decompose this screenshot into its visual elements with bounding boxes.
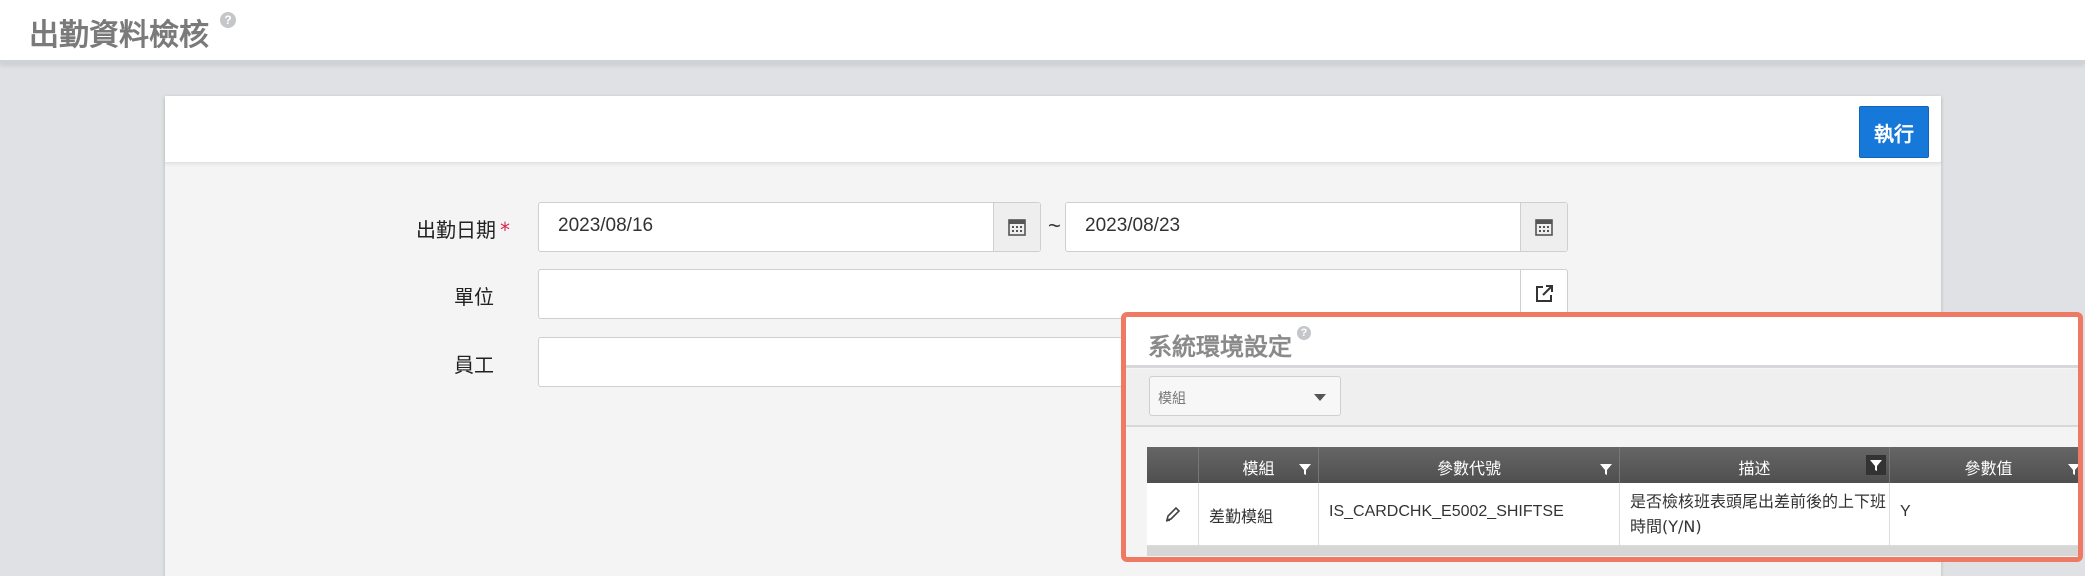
column-header-param-code[interactable]: 參數代號 <box>1319 447 1620 483</box>
settings-grid: 模組 參數代號 描述 參數值 差勤模組 IS_CARDCHK_E5002_SHI… <box>1147 447 2081 557</box>
column-header-module[interactable]: 模組 <box>1199 447 1319 483</box>
page-header: 出勤資料檢核 ? <box>0 0 2085 63</box>
filter-icon[interactable] <box>2067 462 2081 476</box>
chevron-down-icon <box>1314 394 1326 401</box>
column-header-label: 參數代號 <box>1436 459 1501 478</box>
cell-param-code: IS_CARDCHK_E5002_SHIFTSE <box>1319 483 1620 545</box>
cell-description-text: 是否檢核班表頭尾出差前後的上下班時間(Y/N) <box>1630 492 1887 536</box>
pencil-icon[interactable] <box>1164 505 1182 523</box>
cell-module: 差勤模組 <box>1199 483 1319 545</box>
column-header-value[interactable]: 參數值 <box>1890 447 2081 483</box>
external-link-icon <box>1536 285 1553 302</box>
employee-label: 員工 <box>454 353 494 377</box>
range-separator: ~ <box>1048 213 1061 238</box>
date-to-field[interactable]: 2023/08/23 <box>1065 202 1568 252</box>
date-label-text: 出勤日期 <box>416 218 496 242</box>
card-toolbar: 執行 <box>165 96 1941 163</box>
filter-icon <box>1870 460 1882 471</box>
date-from-field[interactable]: 2023/08/16 <box>538 202 1041 252</box>
help-icon[interactable]: ? <box>220 12 236 28</box>
date-to-value: 2023/08/23 <box>1085 215 1181 236</box>
required-mark: * <box>500 218 510 242</box>
column-header-description[interactable]: 描述 <box>1620 447 1890 483</box>
filter-icon[interactable] <box>1599 462 1613 476</box>
run-button[interactable]: 執行 <box>1859 106 1929 158</box>
date-from-calendar-button[interactable] <box>993 203 1040 251</box>
cell-description: 是否檢核班表頭尾出差前後的上下班時間(Y/N) <box>1620 483 1890 545</box>
cell-value: Y <box>1890 483 2078 545</box>
unit-label: 單位 <box>454 285 494 309</box>
cell-module-text: 差勤模組 <box>1209 509 1274 526</box>
cell-value-text: Y <box>1900 503 1911 520</box>
column-header-label: 描述 <box>1738 459 1771 478</box>
column-header-label: 參數值 <box>1964 459 2013 478</box>
module-select[interactable]: 模組 <box>1149 376 1341 416</box>
column-header-edit <box>1147 447 1199 483</box>
cell-param-code-text: IS_CARDCHK_E5002_SHIFTSE <box>1329 503 1564 520</box>
filter-icon[interactable] <box>1298 462 1312 476</box>
date-label: 出勤日期 * <box>416 214 510 243</box>
table-row[interactable]: 差勤模組 IS_CARDCHK_E5002_SHIFTSE 是否檢核班表頭尾出差… <box>1147 483 2078 546</box>
panel-title: 系統環境設定 <box>1148 333 1292 361</box>
date-to-calendar-button[interactable] <box>1520 203 1567 251</box>
grid-scrollbar[interactable] <box>1147 546 2078 556</box>
calendar-icon <box>1008 219 1026 236</box>
date-from-value: 2023/08/16 <box>558 215 654 236</box>
page-title: 出勤資料檢核 <box>29 18 209 53</box>
help-icon[interactable]: ? <box>1297 326 1311 340</box>
module-select-placeholder: 模組 <box>1158 390 1186 406</box>
row-edit-cell[interactable] <box>1147 483 1199 545</box>
grid-header: 模組 參數代號 描述 參數值 <box>1147 447 2081 483</box>
panel-toolbar: 模組 <box>1126 369 2078 427</box>
filter-active[interactable] <box>1866 455 1886 475</box>
panel-header: 系統環境設定 ? <box>1126 317 2078 368</box>
system-settings-panel: 系統環境設定 ? 模組 模組 參數代號 描述 參數值 差勤模組 IS_CARDC… <box>1121 312 2083 562</box>
calendar-icon <box>1535 219 1553 236</box>
unit-picker-button[interactable] <box>1520 270 1567 318</box>
